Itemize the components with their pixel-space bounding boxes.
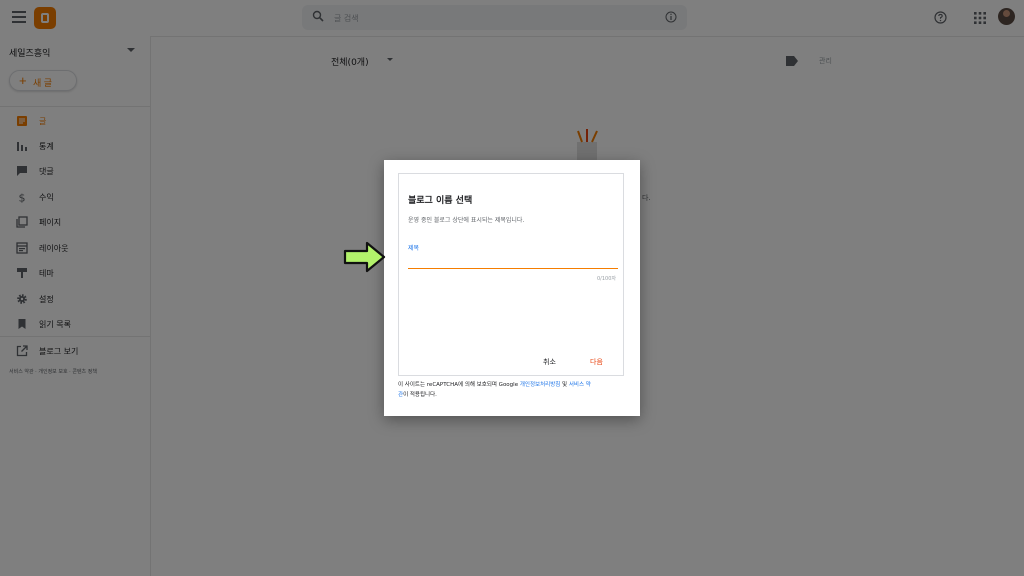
recaptcha-text: 이 사이트는 reCAPTCHA에 의해 보호되며 Google: [398, 382, 520, 388]
cancel-button[interactable]: 취소: [543, 357, 556, 367]
recaptcha-notice: 이 사이트는 reCAPTCHA에 의해 보호되며 Google 개인정보처리방…: [398, 380, 628, 400]
blogger-app: 세일즈흥익 + 새 글 글 통계 댓글: [0, 0, 1024, 576]
dialog-frame: 블로그 이름 선택 운영 중인 블로그 상단에 표시되는 제목입니다. 제목 0…: [398, 173, 624, 376]
blog-name-dialog: 블로그 이름 선택 운영 중인 블로그 상단에 표시되는 제목입니다. 제목 0…: [384, 160, 640, 416]
recaptcha-text: 이 적용됩니다.: [403, 392, 437, 398]
next-button[interactable]: 다음: [590, 357, 603, 367]
privacy-policy-link[interactable]: 개인정보처리방침: [520, 382, 560, 388]
char-counter: 0/100자: [596, 276, 616, 282]
dialog-description: 운영 중인 블로그 상단에 표시되는 제목입니다.: [408, 217, 525, 224]
annotation-arrow-icon: [343, 241, 386, 273]
blog-title-input[interactable]: [408, 254, 618, 269]
terms-of-service-link[interactable]: 서비스 약: [569, 382, 591, 388]
recaptcha-text: 및: [560, 382, 569, 388]
title-field-label: 제목: [408, 245, 420, 252]
dialog-title: 블로그 이름 선택: [408, 196, 473, 206]
